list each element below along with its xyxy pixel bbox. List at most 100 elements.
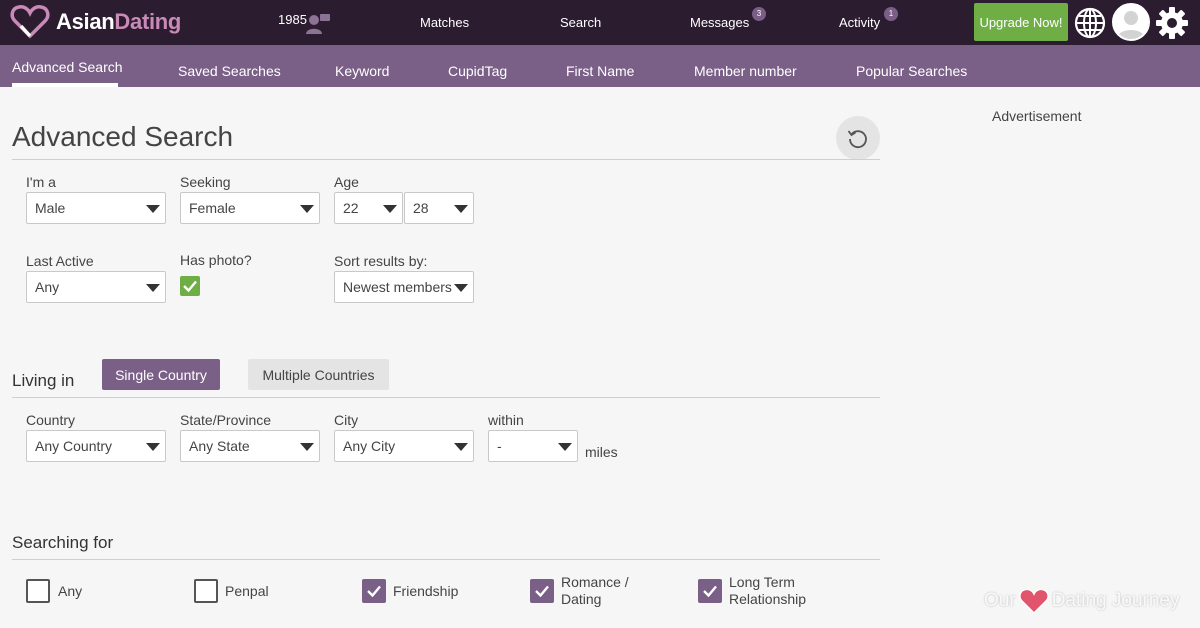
living-in-title: Living in bbox=[12, 371, 75, 390]
chevron-down-icon bbox=[146, 443, 160, 451]
nav-messages[interactable]: Messages bbox=[690, 15, 749, 30]
interest-count[interactable]: 1985 bbox=[278, 12, 307, 27]
watermark-part1: Our bbox=[984, 590, 1016, 611]
chevron-down-icon bbox=[146, 284, 160, 292]
city-select[interactable]: Any City bbox=[334, 430, 474, 462]
state-value: Any State bbox=[189, 438, 250, 454]
has-photo-checkbox[interactable] bbox=[180, 276, 200, 296]
people-icon[interactable] bbox=[306, 12, 330, 34]
logo-text-part1: Asian bbox=[56, 9, 115, 34]
heart-logo-icon bbox=[10, 5, 50, 39]
im-a-value: Male bbox=[35, 200, 66, 216]
tab-saved-searches[interactable]: Saved Searches bbox=[178, 63, 281, 79]
top-navigation-bar: AsianDating 1985 Matches Search Messages… bbox=[0, 0, 1200, 45]
chevron-down-icon bbox=[558, 443, 572, 451]
city-label: City bbox=[334, 412, 359, 428]
title-divider bbox=[12, 159, 880, 160]
globe-icon[interactable] bbox=[1074, 7, 1106, 39]
chevron-down-icon bbox=[454, 443, 468, 451]
within-label: within bbox=[488, 412, 524, 428]
penpal-label: Penpal bbox=[225, 583, 269, 599]
reset-search-button[interactable] bbox=[836, 116, 880, 160]
chevron-down-icon bbox=[454, 284, 468, 292]
sort-label: Sort results by: bbox=[334, 253, 428, 269]
romance-checkbox[interactable] bbox=[530, 579, 554, 603]
long-term-label-line1: Long Term bbox=[729, 574, 795, 590]
age-min-value: 22 bbox=[343, 200, 359, 216]
active-tab-indicator bbox=[12, 83, 118, 87]
reset-icon bbox=[847, 130, 867, 149]
chevron-down-icon bbox=[300, 205, 314, 213]
state-label: State/Province bbox=[180, 412, 272, 428]
tab-first-name[interactable]: First Name bbox=[566, 63, 634, 79]
distance-value: - bbox=[497, 438, 502, 454]
im-a-label: I'm a bbox=[26, 174, 56, 190]
nav-activity[interactable]: Activity bbox=[839, 15, 880, 30]
tab-keyword[interactable]: Keyword bbox=[335, 63, 389, 79]
default-avatar-icon bbox=[1117, 11, 1145, 39]
distance-select[interactable]: - bbox=[488, 430, 578, 462]
nav-matches[interactable]: Matches bbox=[420, 15, 469, 30]
gear-icon[interactable] bbox=[1155, 6, 1189, 40]
country-label: Country bbox=[26, 412, 76, 428]
friendship-checkbox[interactable] bbox=[362, 579, 386, 603]
last-active-label: Last Active bbox=[26, 253, 94, 269]
long-term-label: Long Term Relationship bbox=[729, 574, 806, 608]
upgrade-button[interactable]: Upgrade Now! bbox=[974, 3, 1068, 41]
sort-select[interactable]: Newest members bbox=[334, 271, 474, 303]
searching-divider bbox=[12, 559, 880, 560]
age-max-select[interactable]: 28 bbox=[404, 192, 474, 224]
watermark-part2: Dating Journey bbox=[1051, 590, 1180, 611]
tab-popular-searches[interactable]: Popular Searches bbox=[856, 63, 967, 79]
friendship-label: Friendship bbox=[393, 583, 459, 599]
nav-search[interactable]: Search bbox=[560, 15, 601, 30]
checkmark-icon bbox=[183, 280, 197, 293]
page-title: Advanced Search bbox=[12, 121, 234, 152]
miles-unit: miles bbox=[585, 444, 618, 460]
age-label: Age bbox=[334, 174, 359, 190]
long-term-label-line2: Relationship bbox=[729, 591, 807, 607]
advertisement-label: Advertisement bbox=[992, 108, 1082, 124]
sort-value: Newest members bbox=[343, 279, 452, 295]
single-country-button[interactable]: Single Country bbox=[102, 359, 220, 390]
age-min-select[interactable]: 22 bbox=[334, 192, 403, 224]
tab-member-number[interactable]: Member number bbox=[694, 63, 797, 79]
checkmark-icon bbox=[703, 585, 717, 598]
romance-label-line2: Dating bbox=[561, 591, 602, 607]
im-a-select[interactable]: Male bbox=[26, 192, 166, 224]
long-term-checkbox[interactable] bbox=[698, 579, 722, 603]
country-select[interactable]: Any Country bbox=[26, 430, 166, 462]
state-select[interactable]: Any State bbox=[180, 430, 320, 462]
any-checkbox[interactable] bbox=[26, 579, 50, 603]
activity-badge: 1 bbox=[884, 7, 898, 21]
romance-label-line1: Romance / bbox=[561, 574, 629, 590]
user-avatar[interactable] bbox=[1112, 3, 1150, 41]
last-active-select[interactable]: Any bbox=[26, 271, 166, 303]
chevron-down-icon bbox=[454, 205, 468, 213]
last-active-value: Any bbox=[35, 279, 60, 295]
multiple-countries-button[interactable]: Multiple Countries bbox=[248, 359, 389, 390]
tab-advanced-search[interactable]: Advanced Search bbox=[12, 59, 123, 75]
city-value: Any City bbox=[343, 438, 396, 454]
romance-label: Romance / Dating bbox=[561, 574, 629, 608]
checkmark-icon bbox=[367, 585, 381, 598]
chevron-down-icon bbox=[300, 443, 314, 451]
has-photo-label: Has photo? bbox=[180, 252, 252, 268]
tab-cupidtag[interactable]: CupidTag bbox=[448, 63, 507, 79]
logo-text-part2: Dating bbox=[114, 9, 182, 34]
heart-icon bbox=[1018, 588, 1049, 614]
living-divider bbox=[12, 397, 880, 398]
checkmark-icon bbox=[535, 585, 549, 598]
seeking-label: Seeking bbox=[180, 174, 231, 190]
penpal-checkbox[interactable] bbox=[194, 579, 218, 603]
search-subnav: Advanced Search Saved Searches Keyword C… bbox=[0, 45, 1200, 87]
seeking-select[interactable]: Female bbox=[180, 192, 320, 224]
watermark: Our Dating Journey bbox=[984, 588, 1179, 614]
messages-badge: 3 bbox=[752, 7, 766, 21]
country-value: Any Country bbox=[35, 438, 113, 454]
any-label: Any bbox=[58, 583, 83, 599]
age-max-value: 28 bbox=[413, 200, 429, 216]
chevron-down-icon bbox=[383, 205, 397, 213]
chevron-down-icon bbox=[146, 205, 160, 213]
site-logo[interactable]: AsianDating bbox=[10, 4, 181, 40]
